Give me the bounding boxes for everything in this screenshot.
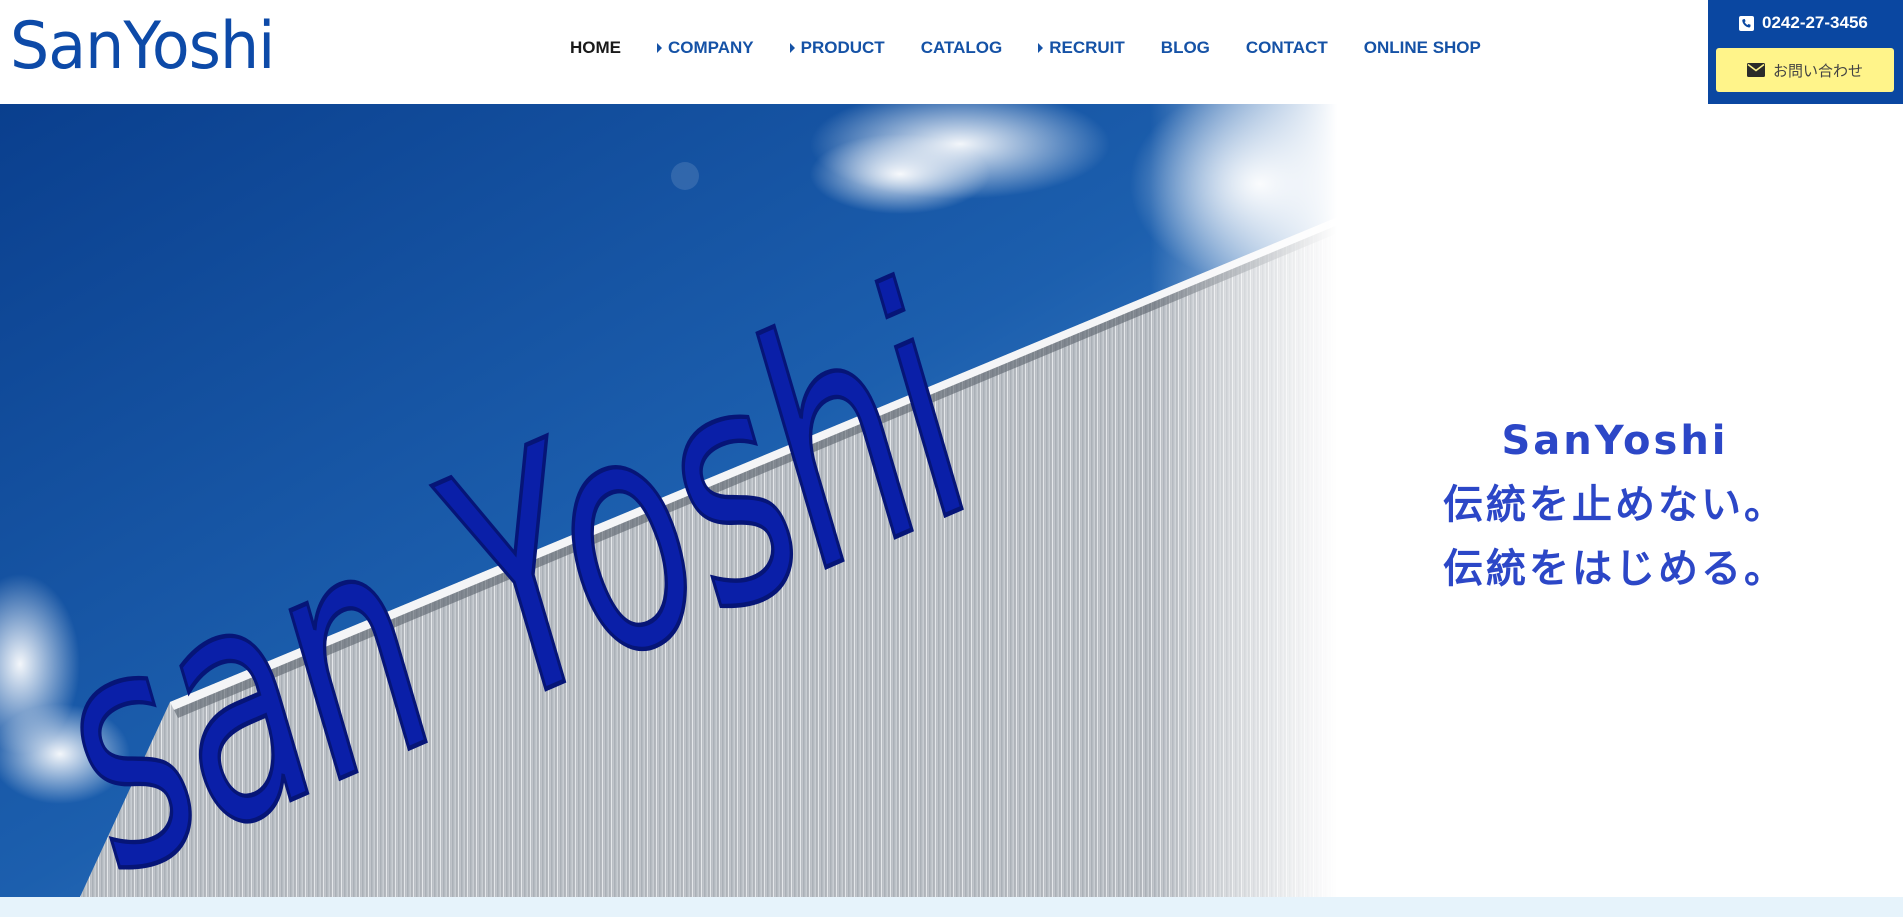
- envelope-icon: [1746, 63, 1765, 77]
- site-logo[interactable]: SanYoshi: [10, 14, 275, 79]
- nav-contact[interactable]: CONTACT: [1246, 38, 1328, 58]
- nav-recruit[interactable]: RECRUIT: [1038, 38, 1125, 58]
- catch-line-1: SanYoshi: [1501, 418, 1729, 464]
- catch-line-2: 伝統を止めない。: [1443, 482, 1787, 528]
- hero-catchphrase: SanYoshi 伝統を止めない。 伝統をはじめる。: [1390, 409, 1840, 601]
- hero-section: san Yoshi SanYoshi 伝統を止めない。 伝統をはじめる。: [0, 104, 1903, 897]
- section-divider-band: [0, 897, 1903, 917]
- inquiry-label: お問い合わせ: [1772, 61, 1863, 80]
- nav-online-shop-label: ONLINE SHOP: [1363, 38, 1481, 57]
- nav-product[interactable]: PRODUCT: [789, 38, 885, 58]
- contact-box: 0242-27-3456 お問い合わせ: [1708, 0, 1903, 104]
- caret-right-icon: [789, 43, 795, 53]
- phone-link[interactable]: 0242-27-3456: [1739, 13, 1868, 33]
- nav-company[interactable]: COMPANY: [657, 38, 754, 58]
- nav-company-label: COMPANY: [668, 38, 754, 57]
- nav-contact-label: CONTACT: [1245, 38, 1328, 57]
- phone-square-icon: [1739, 15, 1754, 31]
- nav-blog[interactable]: BLOG: [1161, 38, 1210, 58]
- caret-right-icon: [1038, 43, 1044, 53]
- main-nav: HOME COMPANY PRODUCT CATALOG RECRUIT BLO…: [570, 38, 1517, 58]
- caret-right-icon: [657, 43, 662, 53]
- nav-catalog-label: CATALOG: [920, 38, 1003, 57]
- nav-online-shop[interactable]: ONLINE SHOP: [1364, 38, 1481, 58]
- hero-building-image: san Yoshi: [0, 104, 1345, 897]
- nav-catalog[interactable]: CATALOG: [921, 38, 1003, 58]
- site-header: SanYoshi HOME COMPANY PRODUCT CATALOG RE…: [0, 0, 1903, 104]
- nav-home[interactable]: HOME: [570, 38, 621, 58]
- hero-fade-overlay: [1150, 104, 1370, 897]
- inquiry-button[interactable]: お問い合わせ: [1716, 48, 1894, 92]
- nav-blog-label: BLOG: [1160, 38, 1210, 57]
- nav-product-label: PRODUCT: [800, 38, 885, 57]
- nav-recruit-label: RECRUIT: [1049, 38, 1125, 57]
- phone-number: 0242-27-3456: [1762, 13, 1868, 32]
- catch-line-3: 伝統をはじめる。: [1443, 546, 1787, 592]
- nav-home-label: HOME: [570, 38, 621, 57]
